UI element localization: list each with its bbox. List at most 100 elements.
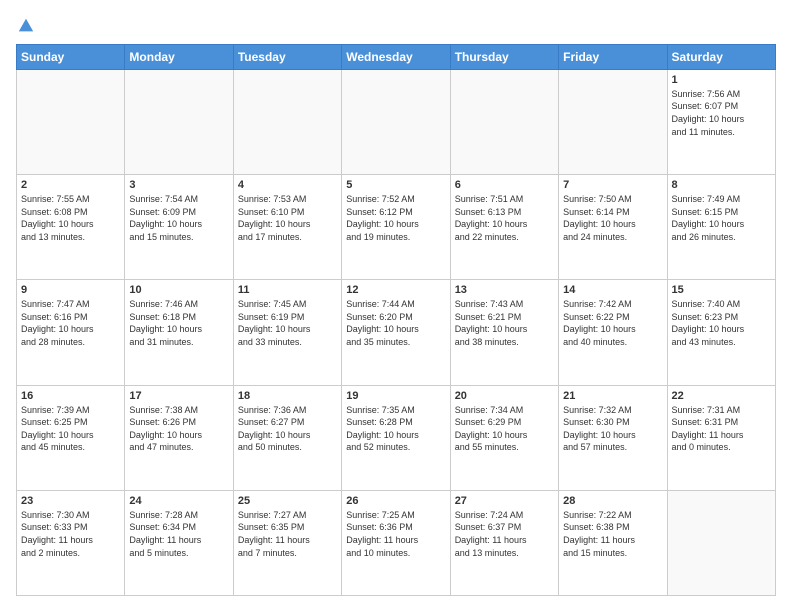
- day-info: Sunrise: 7:46 AM Sunset: 6:18 PM Dayligh…: [129, 298, 228, 348]
- day-info: Sunrise: 7:28 AM Sunset: 6:34 PM Dayligh…: [129, 509, 228, 559]
- day-number: 15: [672, 284, 771, 296]
- day-number: 16: [21, 390, 120, 402]
- calendar-cell: 14 Sunrise: 7:42 AM Sunset: 6:22 PM Dayli…: [559, 280, 667, 385]
- day-number: 1: [672, 74, 771, 86]
- day-info: Sunrise: 7:55 AM Sunset: 6:08 PM Dayligh…: [21, 193, 120, 243]
- calendar-cell: 16 Sunrise: 7:39 AM Sunset: 6:25 PM Dayli…: [17, 385, 125, 490]
- calendar-header-monday: Monday: [125, 44, 233, 69]
- calendar-cell: 2 Sunrise: 7:55 AM Sunset: 6:08 PM Daylig…: [17, 175, 125, 280]
- day-number: 18: [238, 390, 337, 402]
- day-number: 8: [672, 179, 771, 191]
- day-number: 7: [563, 179, 662, 191]
- day-info: Sunrise: 7:53 AM Sunset: 6:10 PM Dayligh…: [238, 193, 337, 243]
- day-info: Sunrise: 7:49 AM Sunset: 6:15 PM Dayligh…: [672, 193, 771, 243]
- day-info: Sunrise: 7:39 AM Sunset: 6:25 PM Dayligh…: [21, 404, 120, 454]
- calendar-cell: 20 Sunrise: 7:34 AM Sunset: 6:29 PM Dayli…: [450, 385, 558, 490]
- calendar-cell: 11 Sunrise: 7:45 AM Sunset: 6:19 PM Dayli…: [233, 280, 341, 385]
- calendar-cell: [233, 69, 341, 174]
- day-number: 9: [21, 284, 120, 296]
- calendar-cell: 4 Sunrise: 7:53 AM Sunset: 6:10 PM Daylig…: [233, 175, 341, 280]
- day-info: Sunrise: 7:36 AM Sunset: 6:27 PM Dayligh…: [238, 404, 337, 454]
- calendar-header-row: SundayMondayTuesdayWednesdayThursdayFrid…: [17, 44, 776, 69]
- day-info: Sunrise: 7:30 AM Sunset: 6:33 PM Dayligh…: [21, 509, 120, 559]
- day-number: 22: [672, 390, 771, 402]
- day-info: Sunrise: 7:50 AM Sunset: 6:14 PM Dayligh…: [563, 193, 662, 243]
- calendar-cell: 28Sunrise: 7:22 AM Sunset: 6:38 PM Dayli…: [559, 490, 667, 595]
- calendar-cell: 3 Sunrise: 7:54 AM Sunset: 6:09 PM Daylig…: [125, 175, 233, 280]
- calendar-week-3: 16 Sunrise: 7:39 AM Sunset: 6:25 PM Dayli…: [17, 385, 776, 490]
- day-info: Sunrise: 7:45 AM Sunset: 6:19 PM Dayligh…: [238, 298, 337, 348]
- logo-icon: [17, 17, 35, 35]
- calendar-cell: [125, 69, 233, 174]
- calendar-cell: 22 Sunrise: 7:31 AM Sunset: 6:31 PM Dayli…: [667, 385, 775, 490]
- day-info: Sunrise: 7:40 AM Sunset: 6:23 PM Dayligh…: [672, 298, 771, 348]
- calendar-header-friday: Friday: [559, 44, 667, 69]
- calendar-week-4: 23 Sunrise: 7:30 AM Sunset: 6:33 PM Dayli…: [17, 490, 776, 595]
- calendar-cell: 13 Sunrise: 7:43 AM Sunset: 6:21 PM Dayli…: [450, 280, 558, 385]
- day-number: 4: [238, 179, 337, 191]
- day-number: 24: [129, 495, 228, 507]
- calendar-header-sunday: Sunday: [17, 44, 125, 69]
- day-number: 23: [21, 495, 120, 507]
- day-info: Sunrise: 7:47 AM Sunset: 6:16 PM Dayligh…: [21, 298, 120, 348]
- day-info: Sunrise: 7:56 AM Sunset: 6:07 PM Dayligh…: [672, 88, 771, 138]
- day-info: Sunrise: 7:27 AM Sunset: 6:35 PM Dayligh…: [238, 509, 337, 559]
- day-info: Sunrise: 7:25 AM Sunset: 6:36 PM Dayligh…: [346, 509, 445, 559]
- day-number: 10: [129, 284, 228, 296]
- calendar-cell: 7 Sunrise: 7:50 AM Sunset: 6:14 PM Daylig…: [559, 175, 667, 280]
- day-number: 3: [129, 179, 228, 191]
- day-info: Sunrise: 7:24 AM Sunset: 6:37 PM Dayligh…: [455, 509, 554, 559]
- day-info: Sunrise: 7:32 AM Sunset: 6:30 PM Dayligh…: [563, 404, 662, 454]
- calendar-header-saturday: Saturday: [667, 44, 775, 69]
- day-info: Sunrise: 7:38 AM Sunset: 6:26 PM Dayligh…: [129, 404, 228, 454]
- calendar-cell: 21 Sunrise: 7:32 AM Sunset: 6:30 PM Dayli…: [559, 385, 667, 490]
- calendar-cell: 9 Sunrise: 7:47 AM Sunset: 6:16 PM Daylig…: [17, 280, 125, 385]
- calendar-cell: 5 Sunrise: 7:52 AM Sunset: 6:12 PM Daylig…: [342, 175, 450, 280]
- calendar-header-wednesday: Wednesday: [342, 44, 450, 69]
- calendar-cell: 8 Sunrise: 7:49 AM Sunset: 6:15 PM Daylig…: [667, 175, 775, 280]
- day-info: Sunrise: 7:52 AM Sunset: 6:12 PM Dayligh…: [346, 193, 445, 243]
- calendar-cell: 12 Sunrise: 7:44 AM Sunset: 6:20 PM Dayli…: [342, 280, 450, 385]
- day-number: 13: [455, 284, 554, 296]
- day-info: Sunrise: 7:42 AM Sunset: 6:22 PM Dayligh…: [563, 298, 662, 348]
- calendar-week-2: 9 Sunrise: 7:47 AM Sunset: 6:16 PM Daylig…: [17, 280, 776, 385]
- calendar-cell: 6 Sunrise: 7:51 AM Sunset: 6:13 PM Daylig…: [450, 175, 558, 280]
- calendar-week-0: 1 Sunrise: 7:56 AM Sunset: 6:07 PM Daylig…: [17, 69, 776, 174]
- day-number: 21: [563, 390, 662, 402]
- day-number: 11: [238, 284, 337, 296]
- calendar-header-thursday: Thursday: [450, 44, 558, 69]
- day-number: 17: [129, 390, 228, 402]
- day-info: Sunrise: 7:35 AM Sunset: 6:28 PM Dayligh…: [346, 404, 445, 454]
- day-info: Sunrise: 7:54 AM Sunset: 6:09 PM Dayligh…: [129, 193, 228, 243]
- calendar-cell: 24 Sunrise: 7:28 AM Sunset: 6:34 PM Dayli…: [125, 490, 233, 595]
- calendar-cell: 19Sunrise: 7:35 AM Sunset: 6:28 PM Dayli…: [342, 385, 450, 490]
- calendar-cell: [450, 69, 558, 174]
- day-info: Sunrise: 7:22 AM Sunset: 6:38 PM Dayligh…: [563, 509, 662, 559]
- calendar-week-1: 2 Sunrise: 7:55 AM Sunset: 6:08 PM Daylig…: [17, 175, 776, 280]
- day-info: Sunrise: 7:43 AM Sunset: 6:21 PM Dayligh…: [455, 298, 554, 348]
- day-number: 12: [346, 284, 445, 296]
- calendar-cell: 10 Sunrise: 7:46 AM Sunset: 6:18 PM Dayli…: [125, 280, 233, 385]
- header: [16, 16, 776, 36]
- day-info: Sunrise: 7:51 AM Sunset: 6:13 PM Dayligh…: [455, 193, 554, 243]
- calendar-header-tuesday: Tuesday: [233, 44, 341, 69]
- day-number: 20: [455, 390, 554, 402]
- calendar-cell: [559, 69, 667, 174]
- page: SundayMondayTuesdayWednesdayThursdayFrid…: [0, 0, 792, 612]
- calendar-cell: 27Sunrise: 7:24 AM Sunset: 6:37 PM Dayli…: [450, 490, 558, 595]
- day-number: 14: [563, 284, 662, 296]
- day-info: Sunrise: 7:44 AM Sunset: 6:20 PM Dayligh…: [346, 298, 445, 348]
- calendar-cell: [667, 490, 775, 595]
- day-info: Sunrise: 7:34 AM Sunset: 6:29 PM Dayligh…: [455, 404, 554, 454]
- day-number: 2: [21, 179, 120, 191]
- calendar-cell: [342, 69, 450, 174]
- calendar-cell: 26Sunrise: 7:25 AM Sunset: 6:36 PM Dayli…: [342, 490, 450, 595]
- day-number: 6: [455, 179, 554, 191]
- logo-text: [16, 16, 35, 36]
- day-number: 5: [346, 179, 445, 191]
- calendar-table: SundayMondayTuesdayWednesdayThursdayFrid…: [16, 44, 776, 596]
- day-info: Sunrise: 7:31 AM Sunset: 6:31 PM Dayligh…: [672, 404, 771, 454]
- calendar-cell: 17 Sunrise: 7:38 AM Sunset: 6:26 PM Dayli…: [125, 385, 233, 490]
- calendar-cell: 23 Sunrise: 7:30 AM Sunset: 6:33 PM Dayli…: [17, 490, 125, 595]
- calendar-cell: 15 Sunrise: 7:40 AM Sunset: 6:23 PM Dayli…: [667, 280, 775, 385]
